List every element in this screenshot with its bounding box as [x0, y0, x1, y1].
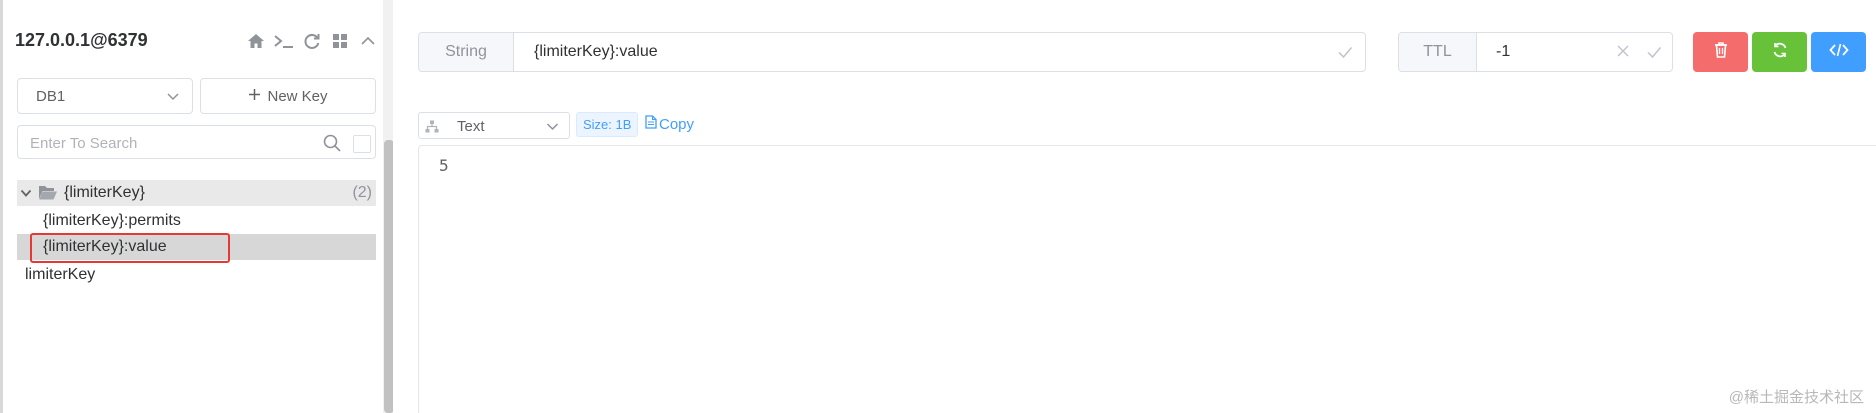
delete-key-button[interactable]	[1693, 32, 1748, 72]
format-select[interactable]: Text	[418, 112, 570, 139]
watermark: @稀土掘金技术社区	[1728, 389, 1864, 406]
code-view-button[interactable]	[1811, 32, 1866, 72]
ttl-label: TTL	[1399, 33, 1477, 71]
tree-key-label: {limiterKey}:value	[43, 238, 167, 255]
connection-toolbar	[245, 30, 379, 52]
search-input[interactable]	[30, 133, 300, 153]
value-content[interactable]: 5	[439, 156, 449, 175]
terminal-icon[interactable]	[273, 30, 295, 52]
chevron-up-icon[interactable]	[357, 30, 379, 52]
tree-folder-name: {limiterKey}	[64, 184, 145, 201]
document-icon	[645, 115, 657, 133]
tree-key-label: {limiterKey}:permits	[43, 212, 181, 229]
tree-key-item-selected[interactable]: {limiterKey}:value	[17, 234, 376, 260]
clear-icon[interactable]	[1616, 44, 1630, 63]
refresh-key-button[interactable]	[1752, 32, 1807, 72]
connection-title[interactable]: 127.0.0.1@6379	[15, 30, 148, 51]
exact-search-checkbox[interactable]	[353, 135, 371, 153]
redis-client-window: 127.0.0.1@6379 DB1 New Key Enter To Sear…	[0, 0, 1876, 413]
chevron-down-icon	[546, 120, 559, 138]
search-box	[17, 125, 376, 159]
code-icon	[1828, 43, 1849, 62]
ttl-value[interactable]: -1	[1496, 43, 1510, 61]
new-key-label: New Key	[267, 87, 328, 105]
size-tag: Size: 1B	[576, 112, 639, 137]
db-select[interactable]: DB1	[17, 78, 193, 114]
ttl-field[interactable]: TTL -1	[1398, 32, 1673, 72]
trash-icon	[1713, 41, 1729, 63]
copy-button[interactable]: Copy	[645, 115, 694, 133]
grid-icon[interactable]	[329, 30, 351, 52]
key-type-label: String	[419, 33, 514, 71]
key-name-value[interactable]: {limiterKey}:value	[534, 43, 658, 61]
home-icon[interactable]	[245, 30, 267, 52]
sidebar: 127.0.0.1@6379 DB1 New Key Enter To Sear…	[0, 0, 395, 413]
tree-folder-count: (2)	[352, 184, 372, 201]
chevron-down-icon	[166, 89, 180, 108]
key-detail-panel: String {limiterKey}:value TTL -1 Text Si…	[393, 0, 1876, 413]
plus-icon	[248, 88, 261, 105]
value-editor[interactable]: 5	[418, 145, 1876, 413]
confirm-rename-icon[interactable]	[1337, 44, 1353, 65]
tree-key-item[interactable]: limiterKey	[3, 262, 376, 288]
copy-label: Copy	[659, 115, 695, 133]
caret-down-icon[interactable]	[20, 186, 32, 204]
tree-structure-icon	[425, 120, 439, 138]
refresh-icon[interactable]	[301, 30, 323, 52]
new-key-button[interactable]: New Key	[200, 78, 376, 114]
key-name-field[interactable]: String {limiterKey}:value	[418, 32, 1366, 72]
tree-key-label: limiterKey	[25, 266, 96, 283]
tree-key-item[interactable]: {limiterKey}:permits	[17, 208, 376, 234]
folder-open-icon	[38, 184, 58, 206]
tree-folder[interactable]: {limiterKey} (2)	[17, 180, 376, 206]
format-select-value: Text	[457, 118, 485, 135]
confirm-ttl-icon[interactable]	[1646, 44, 1662, 65]
refresh-icon	[1772, 42, 1788, 63]
db-select-value: DB1	[36, 88, 66, 105]
search-icon[interactable]	[323, 134, 341, 157]
